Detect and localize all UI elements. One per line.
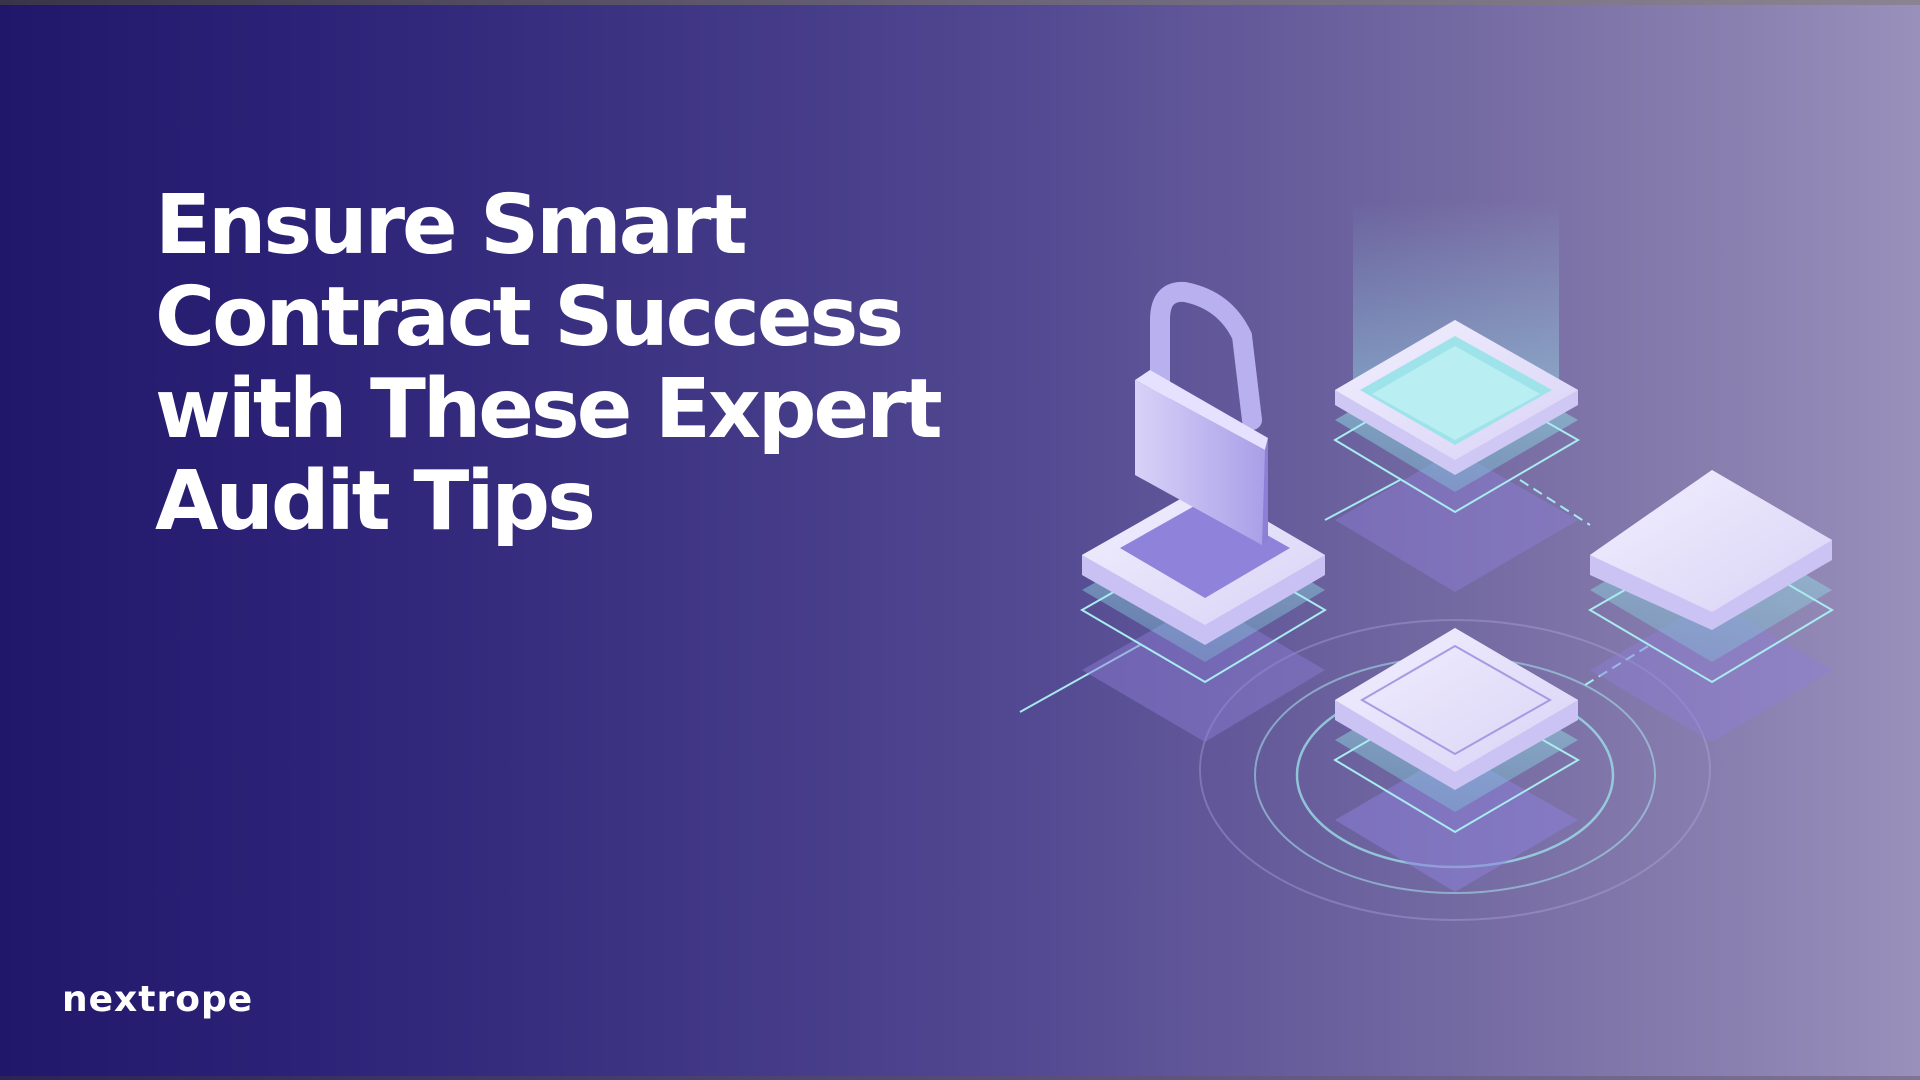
blockchain-security-illustration bbox=[1019, 200, 1834, 921]
headline-line: with These Expert bbox=[155, 362, 943, 457]
blog-banner: Ensure Smart Contract Success with These… bbox=[0, 0, 1920, 1080]
headline-line: Contract Success bbox=[155, 270, 904, 365]
nextrope-logo[interactable]: nextrope bbox=[62, 980, 253, 1020]
headline-line: Ensure Smart bbox=[155, 178, 748, 273]
headline: Ensure Smart Contract Success with These… bbox=[155, 180, 1015, 548]
headline-line: Audit Tips bbox=[155, 454, 596, 549]
padlock-icon bbox=[1079, 281, 1327, 684]
